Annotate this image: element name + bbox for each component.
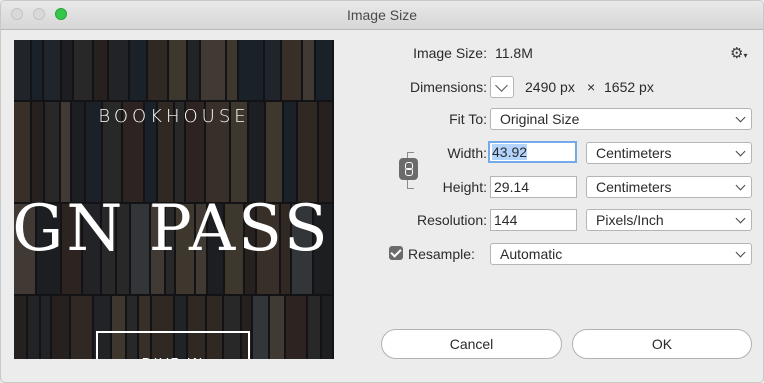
preview-cta-box: DIVE IN (96, 331, 250, 359)
dimensions-label: Dimensions: (409, 79, 487, 95)
height-unit-value: Centimeters (596, 179, 672, 195)
resolution-input[interactable]: 144 (490, 209, 577, 231)
height-label: Height: (442, 179, 487, 195)
width-value: 43.92 (492, 144, 528, 160)
window-title: Image Size (346, 7, 418, 23)
ok-button[interactable]: OK (572, 329, 752, 359)
checkmark-icon (390, 246, 402, 258)
resample-value: Automatic (500, 246, 563, 262)
height-unit-select[interactable]: Centimeters (586, 176, 752, 198)
preview-headline-text: IGN PASS (14, 192, 331, 266)
height-input[interactable]: 29.14 (490, 176, 577, 198)
title-bar: Image Size (1, 1, 763, 30)
dimensions-times: × (587, 79, 596, 95)
chevron-down-icon (735, 213, 746, 224)
dimensions-width-value: 2490 px (525, 79, 575, 95)
image-size-dialog: Image Size BOOKHOUSE IGN PASS DIVE IN Im… (0, 0, 764, 383)
resample-checkbox[interactable] (389, 246, 403, 260)
chevron-down-icon (495, 79, 508, 92)
resample-select[interactable]: Automatic (490, 243, 752, 265)
fit-to-label: Fit To: (449, 111, 487, 127)
image-preview[interactable]: BOOKHOUSE IGN PASS DIVE IN (14, 40, 334, 359)
preview-brand-text: BOOKHOUSE (98, 106, 250, 127)
width-unit-select[interactable]: Centimeters (586, 142, 752, 164)
fit-to-value: Original Size (500, 111, 580, 127)
width-unit-value: Centimeters (596, 145, 672, 161)
chevron-down-icon (735, 112, 746, 123)
fit-to-select[interactable]: Original Size (490, 108, 752, 130)
resolution-unit-value: Pixels/Inch (596, 212, 664, 228)
resolution-value: 144 (494, 212, 518, 228)
chevron-down-icon (735, 146, 746, 157)
image-size-label: Image Size: (413, 45, 487, 61)
chevron-down-icon (735, 180, 746, 191)
height-value: 29.14 (494, 179, 530, 195)
dimensions-unit-toggle[interactable] (490, 76, 514, 98)
resolution-unit-select[interactable]: Pixels/Inch (586, 209, 752, 231)
gear-icon[interactable]: ⚙▾ (730, 44, 747, 62)
chevron-down-icon (735, 247, 746, 258)
image-size-value: 11.8M (495, 45, 533, 61)
width-input[interactable]: 43.92 (488, 141, 577, 163)
chain-link-icon[interactable] (399, 158, 418, 180)
resolution-label: Resolution: (416, 212, 487, 228)
resample-label: Resample: (408, 246, 475, 262)
width-label: Width: (447, 145, 487, 161)
cancel-button[interactable]: Cancel (381, 329, 562, 359)
dimensions-height-value: 1652 px (604, 79, 654, 95)
